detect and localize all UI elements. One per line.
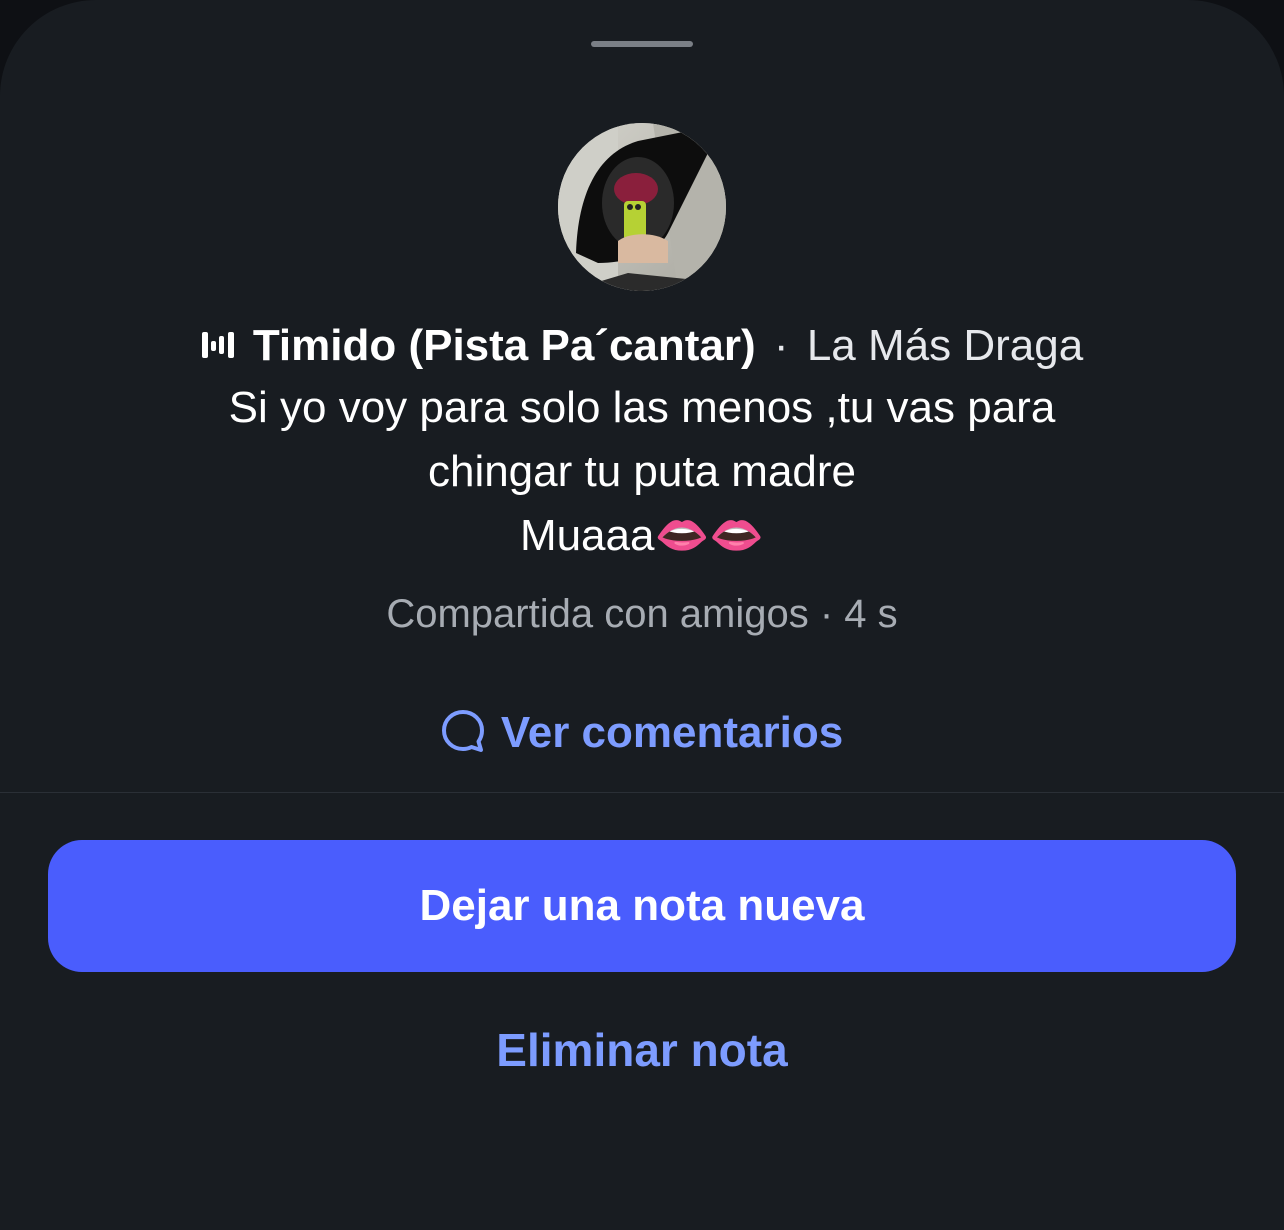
song-artist: La Más Draga bbox=[806, 321, 1084, 370]
music-attachment[interactable]: Timido (Pista Pa´cantar) · La Más Draga bbox=[0, 318, 1284, 376]
music-separator: · bbox=[773, 321, 789, 370]
note-text-line: Si yo voy para solo las menos ,tu vas pa… bbox=[228, 383, 1056, 432]
view-comments-label: Ver comentarios bbox=[500, 708, 844, 757]
note-text: Si yo voy para solo las menos ,tu vas pa… bbox=[142, 376, 1142, 568]
avatar[interactable] bbox=[558, 123, 726, 291]
speech-bubble-icon bbox=[441, 709, 485, 758]
avatar-photo bbox=[558, 123, 726, 291]
delete-note-button[interactable]: Eliminar nota bbox=[0, 1020, 1284, 1080]
view-comments-button[interactable]: Ver comentarios bbox=[0, 703, 1284, 763]
note-meta: Compartida con amigos · 4 s bbox=[386, 592, 898, 636]
note-text-line: Muaaa👄👄 bbox=[519, 511, 765, 560]
new-note-button[interactable]: Dejar una nota nueva bbox=[48, 840, 1236, 972]
song-title: Timido (Pista Pa´cantar) bbox=[252, 321, 756, 370]
note-sheet: Timido (Pista Pa´cantar) · La Más Draga … bbox=[0, 0, 1284, 1230]
divider bbox=[0, 792, 1284, 793]
note-text-line: chingar tu puta madre bbox=[427, 447, 857, 496]
equalizer-icon bbox=[201, 316, 235, 372]
sheet-grabber-handle[interactable] bbox=[591, 41, 693, 47]
